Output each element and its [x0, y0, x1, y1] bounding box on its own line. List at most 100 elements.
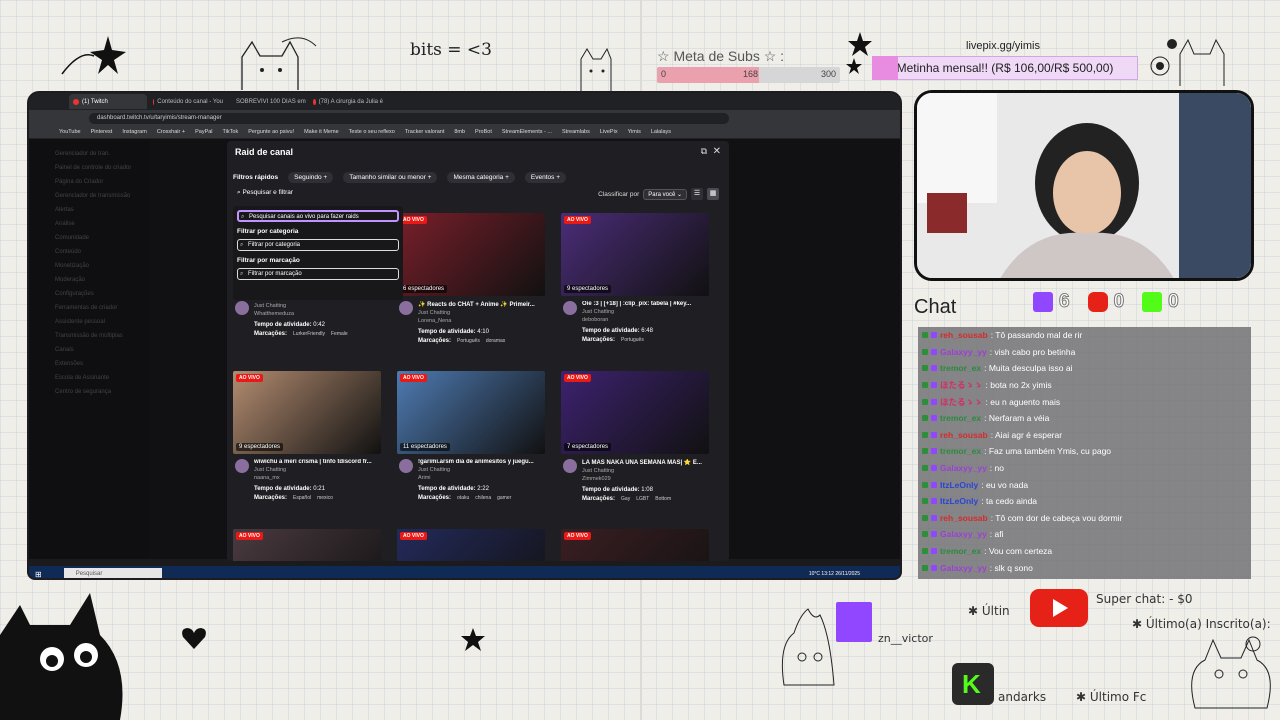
stream-category[interactable]: Just Chatting: [254, 303, 380, 309]
channel-thumbnail[interactable]: AO VIVO 9 espectadores: [561, 213, 709, 296]
browser-tab[interactable]: SOBREVIVI 100 DIAS em: [229, 94, 307, 109]
address-bar[interactable]: dashboard.twitch.tv/u/taryimis/stream-ma…: [89, 112, 729, 124]
chat-username[interactable]: ItzLeOnly: [940, 480, 978, 490]
bookmark-item[interactable]: Instagram: [122, 129, 146, 135]
channel-card[interactable]: AO VIVO: [561, 529, 713, 561]
grid-view-icon[interactable]: ▦: [707, 188, 719, 200]
windows-start-icon[interactable]: ⊞: [35, 570, 42, 579]
filter-chip[interactable]: Seguindo +: [288, 172, 334, 183]
channel-thumbnail[interactable]: AO VIVO: [561, 529, 709, 561]
bookmark-item[interactable]: LivePix: [600, 129, 618, 135]
chat-username[interactable]: tremor_ex: [940, 413, 981, 423]
bookmark-item[interactable]: Streamlabs: [562, 129, 590, 135]
bookmark-item[interactable]: PayPal: [195, 129, 212, 135]
avatar[interactable]: [563, 301, 577, 315]
popout-icon[interactable]: ⧉: [701, 146, 707, 157]
sort-select[interactable]: Para você ⌄: [643, 188, 687, 200]
bookmark-item[interactable]: TikTok: [223, 129, 239, 135]
tag-chip[interactable]: otaku: [457, 495, 469, 501]
bookmark-item[interactable]: Lalalays: [651, 129, 671, 135]
tag-chip[interactable]: Bottom: [655, 496, 671, 502]
stream-category[interactable]: Just Chatting: [582, 468, 708, 474]
stream-category[interactable]: Just Chatting: [418, 467, 544, 473]
tag-chip[interactable]: Female: [331, 331, 348, 337]
bookmark-item[interactable]: Pinterest: [91, 129, 113, 135]
avatar[interactable]: [399, 301, 413, 315]
chat-username[interactable]: tremor_ex: [940, 446, 981, 456]
category-filter-input[interactable]: Filtrar por categoria: [237, 239, 399, 251]
chat-username[interactable]: Galaxyy_yy: [940, 563, 987, 573]
stream-title[interactable]: Oie :3 | [+18] | :clip_pix: tabela | #ke…: [582, 301, 708, 307]
stream-title[interactable]: wiwichu a meri crisma | tinfo tdiscord f…: [254, 459, 380, 465]
bookmark-item[interactable]: 8mb: [454, 129, 465, 135]
search-filter-button[interactable]: ⌕ Pesquisar e filtrar: [237, 189, 293, 197]
channel-thumbnail[interactable]: AO VIVO 6 espectadores: [397, 213, 545, 296]
tag-chip[interactable]: gamer: [497, 495, 511, 501]
tag-chip[interactable]: doramas: [486, 338, 505, 344]
chat-username[interactable]: ほたるゝゝ: [940, 396, 983, 408]
bookmark-item[interactable]: Tracker valorant: [405, 129, 445, 135]
chat-username[interactable]: tremor_ex: [940, 363, 981, 373]
bookmark-item[interactable]: Pergunte ao psivu!: [248, 129, 294, 135]
avatar[interactable]: [563, 459, 577, 473]
channel-name[interactable]: naana_mx: [254, 475, 380, 481]
bookmark-item[interactable]: Teste o seu reflexo: [349, 129, 395, 135]
tag-chip[interactable]: Português: [621, 337, 644, 343]
bookmark-item[interactable]: Make it Meme: [304, 129, 339, 135]
channel-card[interactable]: AO VIVO 9 espectadores Oie :3 | [+18] | :c…: [561, 213, 713, 343]
chat-username[interactable]: Galaxyy_yy: [940, 529, 987, 539]
chat-username[interactable]: Galaxyy_yy: [940, 463, 987, 473]
list-view-icon[interactable]: ☰: [691, 188, 703, 200]
channel-name[interactable]: deboboran: [582, 317, 708, 323]
taskbar-search[interactable]: Pesquisar: [63, 568, 162, 578]
filter-chip[interactable]: Eventos +: [524, 172, 566, 183]
channel-card[interactable]: AO VIVO 9 espectadores wiwichu a meri cris…: [233, 371, 385, 501]
stream-category[interactable]: Just Chatting: [254, 467, 380, 473]
tag-chip[interactable]: mexico: [317, 495, 333, 501]
filter-chip[interactable]: Mesma categoria +: [447, 172, 515, 183]
tag-chip[interactable]: Português: [457, 338, 480, 344]
bookmark-item[interactable]: YouTube: [59, 129, 81, 135]
tag-chip[interactable]: LurkerFriendly: [293, 331, 325, 337]
tag-chip[interactable]: Español: [293, 495, 311, 501]
channel-card[interactable]: AO VIVO 7 espectadores LA MAS NAKA UNA SEM…: [561, 371, 713, 502]
channel-thumbnail[interactable]: AO VIVO 9 espectadores: [233, 371, 381, 454]
channel-thumbnail[interactable]: AO VIVO: [397, 529, 545, 561]
tag-chip[interactable]: LGBT: [636, 496, 649, 502]
bookmark-item[interactable]: StreamElements - ...: [502, 129, 552, 135]
browser-tab[interactable]: Conteúdo do canal - You: [149, 94, 227, 109]
avatar[interactable]: [235, 459, 249, 473]
bookmark-item[interactable]: ProBot: [475, 129, 492, 135]
channel-search-input[interactable]: Pesquisar canais ao vivo para fazer raid…: [237, 210, 399, 222]
avatar[interactable]: [235, 301, 249, 315]
chat-username[interactable]: reh_sousab: [940, 430, 988, 440]
close-icon[interactable]: ✕: [713, 146, 721, 157]
stream-category[interactable]: Just Chatting: [582, 309, 708, 315]
channel-name[interactable]: Zimmek029: [582, 476, 708, 482]
chat-username[interactable]: reh_sousab: [940, 513, 988, 523]
channel-card[interactable]: AO VIVO: [397, 529, 549, 561]
channel-thumbnail[interactable]: AO VIVO 7 espectadores: [561, 371, 709, 454]
channel-name[interactable]: Arimi: [418, 475, 544, 481]
stream-category[interactable]: Just Chatting: [418, 310, 544, 316]
channel-card[interactable]: AO VIVO: [233, 529, 385, 561]
stream-title[interactable]: ✨ Reacts do CHAT + Anime ✨ Primeir...: [418, 301, 544, 308]
browser-tab[interactable]: (78) A cirurgia da Julia é: [309, 94, 387, 109]
chat-username[interactable]: Galaxyy_yy: [940, 347, 987, 357]
channel-name[interactable]: Whatthemeduza: [254, 311, 380, 317]
tag-filter-input[interactable]: Filtrar por marcação: [237, 268, 399, 280]
bookmark-item[interactable]: Yimis: [628, 129, 641, 135]
channel-card[interactable]: AO VIVO 6 espectadores ✨ Reacts do CHAT + …: [397, 213, 549, 344]
channel-thumbnail[interactable]: AO VIVO: [233, 529, 381, 561]
chat-username[interactable]: tremor_ex: [940, 546, 981, 556]
chat-username[interactable]: ItzLeOnly: [940, 496, 978, 506]
stream-title[interactable]: !garimi.arsm dia de animesitos y juegu..…: [418, 459, 544, 465]
tag-chip[interactable]: chilena: [475, 495, 491, 501]
channel-card[interactable]: AO VIVO 11 espectadores !garimi.arsm dia d…: [397, 371, 549, 501]
browser-tab[interactable]: (1) Twitch: [69, 94, 147, 109]
channel-thumbnail[interactable]: AO VIVO 11 espectadores: [397, 371, 545, 454]
tag-chip[interactable]: Gay: [621, 496, 630, 502]
avatar[interactable]: [399, 459, 413, 473]
chat-username[interactable]: reh_sousab: [940, 330, 988, 340]
channel-name[interactable]: Lorena_Nena: [418, 318, 544, 324]
